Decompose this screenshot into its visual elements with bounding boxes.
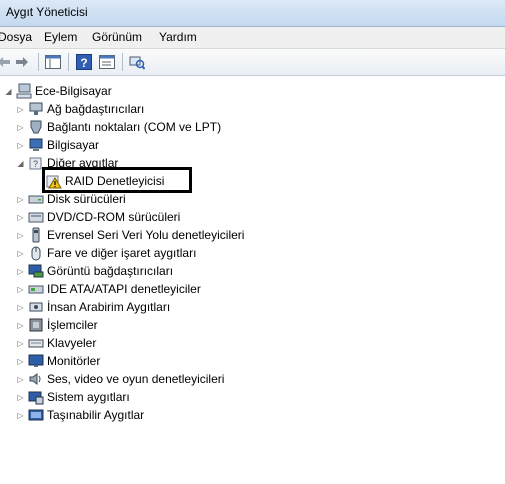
expand-arrow-icon[interactable]: ▷	[16, 249, 25, 258]
title-bar: Aygıt Yöneticisi	[0, 0, 505, 27]
tree-item-portable-devices[interactable]: ▷ Taşınabilir Aygıtlar	[16, 406, 144, 424]
monitor-icon	[28, 353, 44, 369]
menu-file[interactable]: Dosya	[0, 30, 32, 44]
menu-help[interactable]: Yardım	[159, 30, 197, 44]
tree-item-dvd-drives[interactable]: ▷ DVD/CD-ROM sürücüleri	[16, 208, 180, 226]
disk-drive-icon	[28, 191, 44, 207]
tree-item-usb-controllers[interactable]: ▷ Evrensel Seri Veri Yolu denetleyiciler…	[16, 226, 244, 244]
tree-item-label: Monitörler	[47, 354, 101, 368]
expand-arrow-icon[interactable]: ▷	[16, 285, 25, 294]
tree-item-ide-controllers[interactable]: ▷ IDE ATA/ATAPI denetleyiciler	[16, 280, 201, 298]
tree-item-label: Disk sürücüleri	[47, 192, 126, 206]
help-icon: ?	[76, 54, 92, 70]
expand-arrow-icon[interactable]: ▷	[16, 321, 25, 330]
toolbar-separator	[122, 53, 123, 71]
tree-item-label: Sistem aygıtları	[47, 390, 130, 404]
tree-item-network-adapters[interactable]: ▷ Ağ bağdaştırıcıları	[16, 100, 144, 118]
usb-icon	[28, 227, 44, 243]
tree-item-label: IDE ATA/ATAPI denetleyiciler	[47, 282, 201, 296]
properties-icon	[99, 55, 115, 69]
processor-icon	[28, 317, 44, 333]
computer-root-icon	[16, 83, 32, 99]
mouse-icon	[28, 245, 44, 261]
tree-item-label: Fare ve diğer işaret aygıtları	[47, 246, 197, 260]
tree-item-label: Ses, video ve oyun denetleyicileri	[47, 372, 225, 386]
menu-view[interactable]: Görünüm	[92, 30, 142, 44]
network-adapter-icon	[28, 101, 44, 117]
scan-hardware-icon	[129, 56, 145, 70]
expand-arrow-icon[interactable]: ▷	[16, 375, 25, 384]
collapse-arrow-icon[interactable]: ◢	[16, 159, 25, 168]
port-icon	[28, 119, 44, 135]
arrow-left-icon	[0, 57, 10, 67]
expand-arrow-icon[interactable]: ▷	[16, 141, 25, 150]
tree-item-display-adapters[interactable]: ▷ Görüntü bağdaştırıcıları	[16, 262, 173, 280]
tree-item-keyboards[interactable]: ▷ Klavyeler	[16, 334, 96, 352]
toolbar-separator	[38, 53, 39, 71]
menu-action[interactable]: Eylem	[44, 30, 77, 44]
tree-item-label: Ağ bağdaştırıcıları	[47, 102, 145, 116]
toolbar-separator	[68, 53, 69, 71]
expand-arrow-icon[interactable]: ▷	[16, 267, 25, 276]
tree-item-label: İnsan Arabirim Aygıtları	[47, 300, 171, 314]
dvd-drive-icon	[28, 209, 44, 225]
properties-button[interactable]	[97, 52, 117, 72]
keyboard-icon	[28, 335, 44, 351]
ide-controller-icon	[28, 281, 44, 297]
tree-item-label: DVD/CD-ROM sürücüleri	[47, 210, 181, 224]
tree-item-mice[interactable]: ▷ Fare ve diğer işaret aygıtları	[16, 244, 196, 262]
window-title: Aygıt Yöneticisi	[6, 5, 88, 19]
tree-root-label: Ece-Bilgisayar	[35, 84, 112, 98]
expand-arrow-icon[interactable]: ▷	[16, 105, 25, 114]
toolbar: ?	[0, 49, 505, 76]
tree-item-ports[interactable]: ▷ Bağlantı noktaları (COM ve LPT)	[16, 118, 221, 136]
tree-root[interactable]: ◢ Ece-Bilgisayar	[4, 82, 112, 100]
svg-text:?: ?	[33, 159, 38, 169]
tree-item-label: Evrensel Seri Veri Yolu denetleyicileri	[47, 228, 245, 242]
expand-arrow-icon[interactable]: ▷	[16, 231, 25, 240]
collapse-arrow-icon[interactable]: ◢	[4, 87, 13, 96]
device-tree: ◢ Ece-Bilgisayar ▷ Ağ bağdaştırıcıları ▷…	[0, 76, 505, 484]
expand-arrow-icon[interactable]: ▷	[16, 303, 25, 312]
menu-bar: Dosya Eylem Görünüm Yardım	[0, 27, 505, 49]
help-button[interactable]: ?	[74, 52, 94, 72]
expand-arrow-icon[interactable]: ▷	[16, 357, 25, 366]
tree-item-processors[interactable]: ▷ İşlemciler	[16, 316, 98, 334]
tree-item-label: Taşınabilir Aygıtlar	[47, 408, 145, 422]
highlight-box	[42, 167, 192, 193]
forward-button[interactable]	[12, 52, 32, 72]
display-adapter-icon	[28, 263, 44, 279]
svg-text:?: ?	[80, 56, 87, 70]
expand-arrow-icon[interactable]: ▷	[16, 195, 25, 204]
tree-item-label: Görüntü bağdaştırıcıları	[47, 264, 174, 278]
console-tree-icon	[45, 55, 61, 69]
portable-device-icon	[28, 407, 44, 423]
expand-arrow-icon[interactable]: ▷	[16, 411, 25, 420]
expand-arrow-icon[interactable]: ▷	[16, 213, 25, 222]
tree-item-sound[interactable]: ▷ Ses, video ve oyun denetleyicileri	[16, 370, 224, 388]
system-device-icon	[28, 389, 44, 405]
arrow-right-icon	[16, 57, 28, 67]
computer-icon	[28, 137, 44, 153]
show-hide-console-tree-button[interactable]	[43, 52, 63, 72]
expand-arrow-icon[interactable]: ▷	[16, 393, 25, 402]
tree-item-label: Bağlantı noktaları (COM ve LPT)	[47, 120, 222, 134]
hid-icon	[28, 299, 44, 315]
tree-item-label: Klavyeler	[47, 336, 97, 350]
tree-item-monitors[interactable]: ▷ Monitörler	[16, 352, 100, 370]
expand-arrow-icon[interactable]: ▷	[16, 123, 25, 132]
tree-item-label: Bilgisayar	[47, 138, 100, 152]
scan-hardware-button[interactable]	[127, 52, 147, 72]
tree-item-computer[interactable]: ▷ Bilgisayar	[16, 136, 99, 154]
tree-item-system-devices[interactable]: ▷ Sistem aygıtları	[16, 388, 130, 406]
tree-item-hid[interactable]: ▷ İnsan Arabirim Aygıtları	[16, 298, 170, 316]
tree-item-label: İşlemciler	[47, 318, 98, 332]
sound-icon	[28, 371, 44, 387]
expand-arrow-icon[interactable]: ▷	[16, 339, 25, 348]
